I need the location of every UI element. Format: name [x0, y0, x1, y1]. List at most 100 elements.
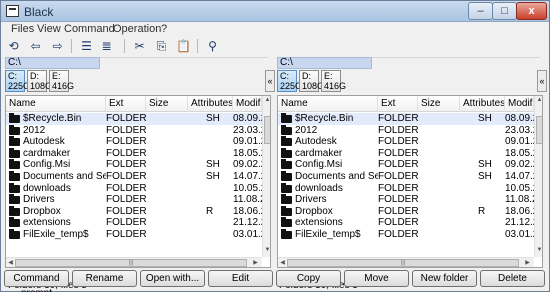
copy-button[interactable]: Copy: [276, 270, 341, 287]
drive-button[interactable]: D: 108G: [27, 70, 53, 92]
list-item[interactable]: Drivers FOLDER 11.08.20: [6, 194, 263, 206]
folder-icon: [9, 170, 20, 181]
list-item[interactable]: Config.Msi FOLDER SH 09.02.20: [6, 159, 263, 171]
path-field[interactable]: C:\: [5, 57, 100, 69]
rename-button[interactable]: Rename: [72, 270, 137, 287]
column-size[interactable]: Size: [146, 96, 188, 112]
copy-icon[interactable]: ⎘: [153, 38, 170, 54]
file-ext: FOLDER: [378, 217, 418, 229]
menu-command[interactable]: Command: [64, 23, 115, 35]
drive-button[interactable]: C: 225G: [5, 70, 30, 92]
file-ext: FOLDER: [106, 159, 146, 171]
open-with-button[interactable]: Open with...: [140, 270, 205, 287]
command-prompt-button[interactable]: Command prompt: [4, 270, 69, 292]
scroll-right-icon[interactable]: ▶: [523, 258, 532, 267]
column-size[interactable]: Size: [418, 96, 460, 112]
horizontal-scrollbar[interactable]: ◀ ||| ▶: [6, 257, 262, 267]
back-arrow-icon[interactable]: ⇦: [27, 38, 44, 54]
menu-files[interactable]: Files: [11, 23, 34, 35]
menu-help[interactable]: ?: [161, 23, 167, 35]
scroll-thumb[interactable]: |||: [15, 259, 247, 267]
drive-size: 108G: [30, 81, 53, 91]
file-attr: SH: [478, 113, 492, 124]
list-header: Name Ext Size Attributes Modified: [6, 96, 262, 112]
new-folder-button[interactable]: New folder: [412, 270, 477, 287]
scroll-thumb[interactable]: [264, 116, 270, 144]
list-item[interactable]: Dropbox FOLDER R 18.06.20: [278, 205, 535, 218]
scroll-thumb[interactable]: |||: [287, 259, 519, 267]
forward-arrow-icon[interactable]: ⇨: [49, 38, 66, 54]
file-list[interactable]: Name Ext Size Attributes Modified $Recyc…: [5, 95, 271, 268]
history-button[interactable]: «: [537, 70, 547, 92]
column-attributes[interactable]: Attributes: [188, 96, 233, 112]
menu-operation[interactable]: Operation: [113, 23, 161, 35]
scroll-up-icon[interactable]: ▲: [263, 96, 270, 105]
drive-button[interactable]: E: 416G: [49, 70, 74, 92]
folder-icon: [281, 194, 292, 205]
scroll-down-icon[interactable]: ▼: [263, 246, 270, 255]
path-field[interactable]: C:\: [277, 57, 372, 69]
drive-bar: C: 225G D: 108G E: 416G «: [277, 70, 547, 94]
file-name: Dropbox: [295, 205, 333, 217]
file-ext: FOLDER: [378, 147, 418, 159]
list-item[interactable]: Config.Msi FOLDER SH 09.02.20: [278, 159, 535, 171]
column-ext[interactable]: Ext: [106, 96, 146, 112]
file-name: downloads: [23, 182, 71, 194]
move-button[interactable]: Move: [344, 270, 409, 287]
minimize-button[interactable]: –: [468, 2, 493, 20]
drive-button[interactable]: D: 108G: [299, 70, 324, 92]
list-item[interactable]: Dropbox FOLDER R 18.06.20: [6, 205, 263, 218]
drive-letter: C:: [280, 71, 289, 81]
list-item[interactable]: FilExile_temp$ FOLDER 03.01.20: [278, 228, 535, 241]
scroll-left-icon[interactable]: ◀: [278, 258, 287, 267]
list-item[interactable]: downloads FOLDER 10.05.20: [6, 182, 263, 195]
list-item[interactable]: downloads FOLDER 10.05.20: [278, 182, 535, 195]
list-view-icon[interactable]: ≣: [98, 38, 115, 54]
toolbar-separator: [124, 39, 125, 53]
list-item[interactable]: Autodesk FOLDER 09.01.20: [6, 136, 263, 148]
close-button[interactable]: x: [516, 2, 547, 20]
list-item[interactable]: extensions FOLDER 21.12.20: [6, 217, 263, 229]
list-item[interactable]: 2012 FOLDER 23.03.20: [278, 124, 535, 137]
cut-icon[interactable]: ✂: [131, 38, 148, 54]
list-item[interactable]: extensions FOLDER 21.12.20: [278, 217, 535, 229]
column-modified[interactable]: Modified: [233, 96, 262, 112]
delete-button[interactable]: Delete: [480, 270, 545, 287]
list-item[interactable]: FilExile_temp$ FOLDER 03.01.20: [6, 228, 263, 241]
list-item[interactable]: cardmaker FOLDER 18.05.20: [6, 147, 263, 160]
list-item[interactable]: Documents and Settings FOLDER SH 14.07.2…: [6, 170, 263, 183]
scroll-up-icon[interactable]: ▲: [535, 96, 542, 105]
list-item[interactable]: $Recycle.Bin FOLDER SH 08.09.20: [6, 113, 263, 125]
list-item[interactable]: Drivers FOLDER 11.08.20: [278, 194, 535, 206]
scroll-down-icon[interactable]: ▼: [535, 246, 542, 255]
vertical-scrollbar[interactable]: ▲ ▼: [262, 96, 270, 257]
maximize-button[interactable]: □: [492, 2, 517, 20]
horizontal-scrollbar[interactable]: ◀ ||| ▶: [278, 257, 534, 267]
detail-view-icon[interactable]: ☰: [78, 38, 95, 54]
list-item[interactable]: $Recycle.Bin FOLDER SH 08.09.20: [278, 113, 535, 125]
column-ext[interactable]: Ext: [378, 96, 418, 112]
column-modified[interactable]: Modified: [505, 96, 534, 112]
binoculars-icon[interactable]: ⚲: [204, 38, 221, 54]
file-ext: FOLDER: [378, 205, 418, 217]
list-item[interactable]: Documents and Settings FOLDER SH 14.07.2…: [278, 170, 535, 183]
file-list[interactable]: Name Ext Size Attributes Modified $Recyc…: [277, 95, 543, 268]
file-attr: R: [206, 205, 214, 217]
scroll-left-icon[interactable]: ◀: [6, 258, 15, 267]
list-item[interactable]: 2012 FOLDER 23.03.20: [6, 124, 263, 137]
scroll-thumb[interactable]: [536, 116, 542, 144]
column-name[interactable]: Name: [278, 96, 378, 112]
refresh-icon[interactable]: ⟲: [5, 38, 22, 54]
list-item[interactable]: cardmaker FOLDER 18.05.20: [278, 147, 535, 160]
column-name[interactable]: Name: [6, 96, 106, 112]
column-attributes[interactable]: Attributes: [460, 96, 505, 112]
edit-button[interactable]: Edit: [208, 270, 273, 287]
drive-button[interactable]: C: 225G: [277, 70, 302, 92]
paste-icon[interactable]: 📋: [175, 38, 192, 54]
drive-size: 416G: [324, 81, 347, 91]
drive-button[interactable]: E: 416G: [321, 70, 347, 92]
menu-view[interactable]: View: [37, 23, 61, 35]
scroll-right-icon[interactable]: ▶: [251, 258, 260, 267]
vertical-scrollbar[interactable]: ▲ ▼: [534, 96, 542, 257]
list-item[interactable]: Autodesk FOLDER 09.01.20: [278, 136, 535, 148]
